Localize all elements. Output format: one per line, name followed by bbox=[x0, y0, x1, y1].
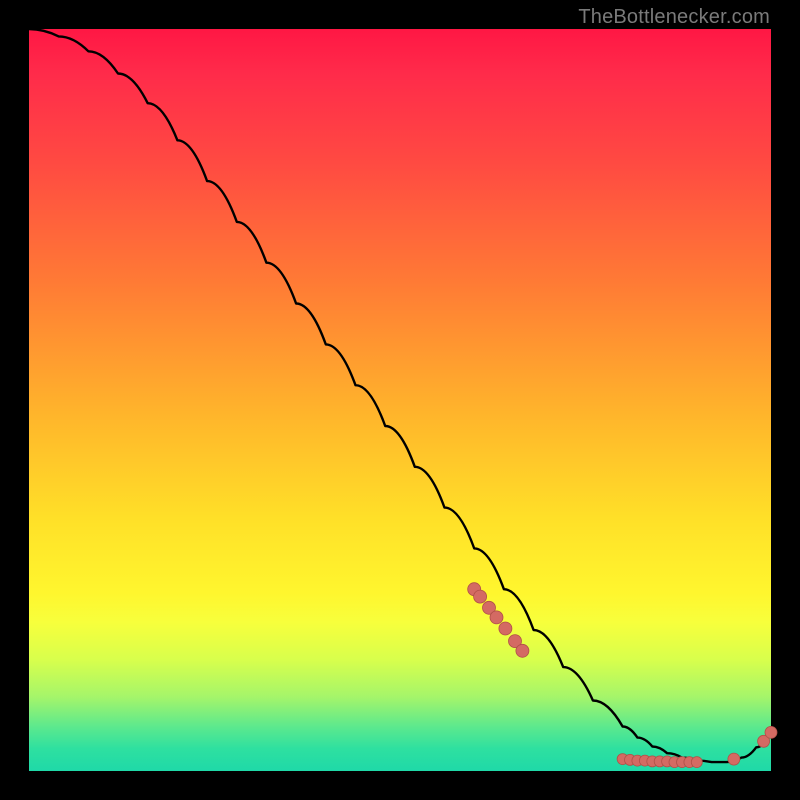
data-point bbox=[728, 753, 740, 765]
data-point bbox=[765, 726, 777, 738]
plot-area bbox=[29, 29, 771, 771]
data-point bbox=[499, 622, 512, 635]
data-point bbox=[474, 590, 487, 603]
data-point bbox=[490, 611, 503, 624]
chart-svg bbox=[29, 29, 771, 771]
bottleneck-curve bbox=[29, 29, 771, 762]
data-point bbox=[691, 757, 702, 768]
data-markers bbox=[468, 583, 777, 768]
data-point bbox=[516, 644, 529, 657]
attribution-label: TheBottlenecker.com bbox=[578, 6, 770, 29]
chart-frame: TheBottlenecker.com bbox=[0, 0, 800, 800]
